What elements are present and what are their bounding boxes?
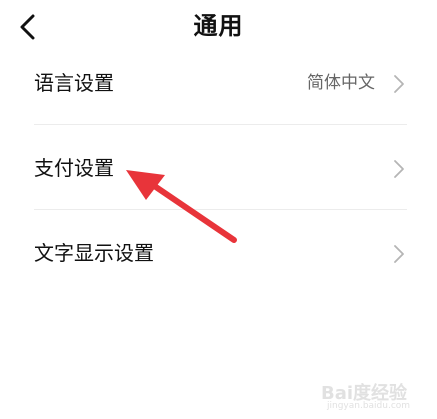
settings-item-label: 文字显示设置: [34, 241, 154, 265]
general-settings-screen: 通用 语言设置 简体中文 支付设置 文字显示设置 Bai度经验 jingyan.…: [0, 0, 437, 419]
chevron-right-icon: [394, 75, 404, 93]
chevron-right-icon: [394, 160, 404, 178]
settings-item-payment[interactable]: 支付设置: [0, 125, 437, 210]
settings-list: 语言设置 简体中文 支付设置 文字显示设置: [0, 40, 437, 295]
settings-item-label: 语言设置: [34, 71, 114, 95]
watermark: Bai度经验 jingyan.baidu.com: [317, 379, 429, 413]
page-title: 通用: [193, 12, 244, 40]
settings-item-text-display[interactable]: 文字显示设置: [0, 210, 437, 295]
chevron-right-icon: [394, 245, 404, 263]
settings-item-value: 简体中文: [307, 73, 375, 93]
settings-item-language[interactable]: 语言设置 简体中文: [0, 40, 437, 125]
watermark-url: jingyan.baidu.com: [327, 401, 411, 411]
settings-item-label: 支付设置: [34, 156, 114, 180]
